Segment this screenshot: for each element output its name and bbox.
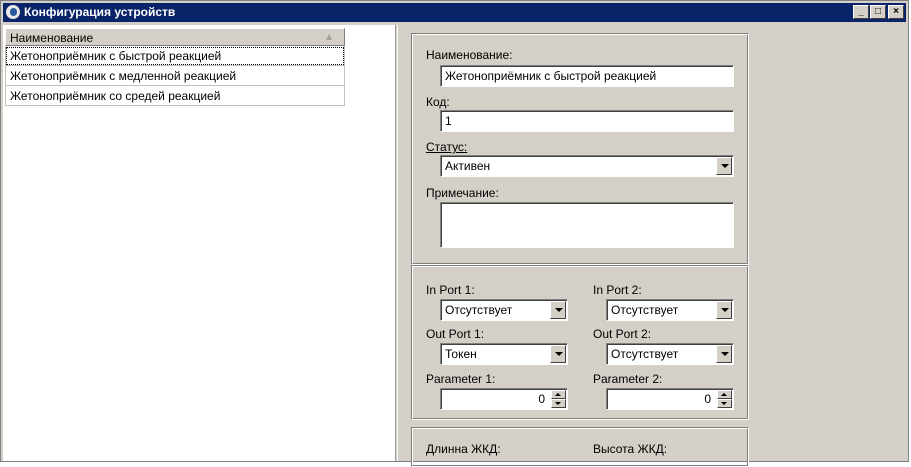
device-config-window: Конфигурация устройств _ □ × Наименовани…: [0, 0, 909, 462]
device-grid: Наименование ▲ Жетоноприёмник с быстрой …: [5, 28, 345, 106]
in-port-2-dropdown[interactable]: Отсутствует: [606, 299, 734, 321]
note-field[interactable]: [440, 202, 734, 248]
in-port-1-value: Отсутствует: [445, 303, 512, 317]
in-port-1-label: In Port 1:: [426, 283, 475, 297]
chevron-down-icon[interactable]: [550, 345, 566, 363]
device-list-pane: Наименование ▲ Жетоноприёмник с быстрой …: [3, 25, 396, 461]
general-group: Наименование: Жетоноприёмник с быстрой р…: [411, 33, 749, 265]
parameter-1-value: 0: [538, 392, 545, 406]
list-item[interactable]: Жетоноприёмник с быстрой реакцией: [5, 46, 345, 66]
parameter-2-label: Parameter 2:: [593, 372, 662, 386]
out-port-2-value: Отсутствует: [611, 347, 678, 361]
name-value: Жетоноприёмник с быстрой реакцией: [445, 69, 656, 83]
minimize-button[interactable]: _: [853, 5, 869, 19]
parameter-1-label: Parameter 1:: [426, 372, 495, 386]
code-field[interactable]: 1: [440, 110, 734, 132]
list-item[interactable]: Жетоноприёмник с медленной реакцией: [5, 66, 345, 86]
in-port-2-value: Отсутствует: [611, 303, 678, 317]
spinner-buttons: [551, 390, 566, 408]
app-icon: [6, 5, 20, 19]
ports-group: In Port 1: Отсутствует In Port 2: Отсутс…: [411, 265, 749, 420]
title-bar[interactable]: Конфигурация устройств _ □ ×: [3, 3, 906, 22]
lcd-height-label: Высота ЖКД:: [593, 442, 667, 456]
list-item-label: Жетоноприёмник со средей реакцией: [10, 89, 220, 103]
out-port-1-value: Токен: [445, 347, 477, 361]
minimize-icon: _: [858, 6, 864, 17]
list-item[interactable]: Жетоноприёмник со средей реакцией: [5, 86, 345, 106]
parameter-2-spinner[interactable]: 0: [606, 388, 734, 410]
window-title: Конфигурация устройств: [24, 5, 175, 19]
lcd-group: Длинна ЖКД: Высота ЖКД:: [411, 427, 749, 467]
close-icon: ×: [893, 6, 899, 17]
status-label: Статус:: [426, 140, 467, 154]
parameter-2-value: 0: [704, 392, 711, 406]
list-item-label: Жетоноприёмник с медленной реакцией: [10, 69, 236, 83]
note-label: Примечание:: [426, 186, 499, 200]
window-controls: _ □ ×: [852, 5, 904, 20]
code-label: Код:: [426, 95, 450, 109]
column-header-name[interactable]: Наименование ▲: [5, 28, 345, 46]
out-port-2-label: Out Port 2:: [593, 327, 651, 341]
spinner-buttons: [717, 390, 732, 408]
chevron-down-icon[interactable]: [716, 157, 732, 175]
chevron-down-icon[interactable]: [716, 345, 732, 363]
out-port-2-dropdown[interactable]: Отсутствует: [606, 343, 734, 365]
code-value: 1: [445, 114, 452, 128]
sort-ascending-icon: ▲: [324, 32, 334, 43]
list-item-label: Жетоноприёмник с быстрой реакцией: [10, 49, 221, 63]
chevron-down-icon[interactable]: [716, 301, 732, 319]
close-button[interactable]: ×: [888, 5, 904, 19]
spin-up-icon[interactable]: [717, 390, 732, 399]
chevron-down-icon[interactable]: [550, 301, 566, 319]
in-port-1-dropdown[interactable]: Отсутствует: [440, 299, 568, 321]
out-port-1-dropdown[interactable]: Токен: [440, 343, 568, 365]
out-port-1-label: Out Port 1:: [426, 327, 484, 341]
name-field[interactable]: Жетоноприёмник с быстрой реакцией: [440, 65, 734, 87]
in-port-2-label: In Port 2:: [593, 283, 642, 297]
status-value: Активен: [445, 159, 490, 173]
parameter-1-spinner[interactable]: 0: [440, 388, 568, 410]
details-pane: Наименование: Жетоноприёмник с быстрой р…: [405, 25, 906, 461]
status-dropdown[interactable]: Активен: [440, 155, 734, 177]
lcd-length-label: Длинна ЖКД:: [426, 442, 501, 456]
maximize-icon: □: [875, 6, 881, 17]
spin-up-icon[interactable]: [551, 390, 566, 399]
spin-down-icon[interactable]: [551, 399, 566, 408]
name-label: Наименование:: [426, 48, 513, 62]
maximize-button[interactable]: □: [870, 5, 886, 19]
column-header-label: Наименование: [10, 31, 93, 45]
spin-down-icon[interactable]: [717, 399, 732, 408]
